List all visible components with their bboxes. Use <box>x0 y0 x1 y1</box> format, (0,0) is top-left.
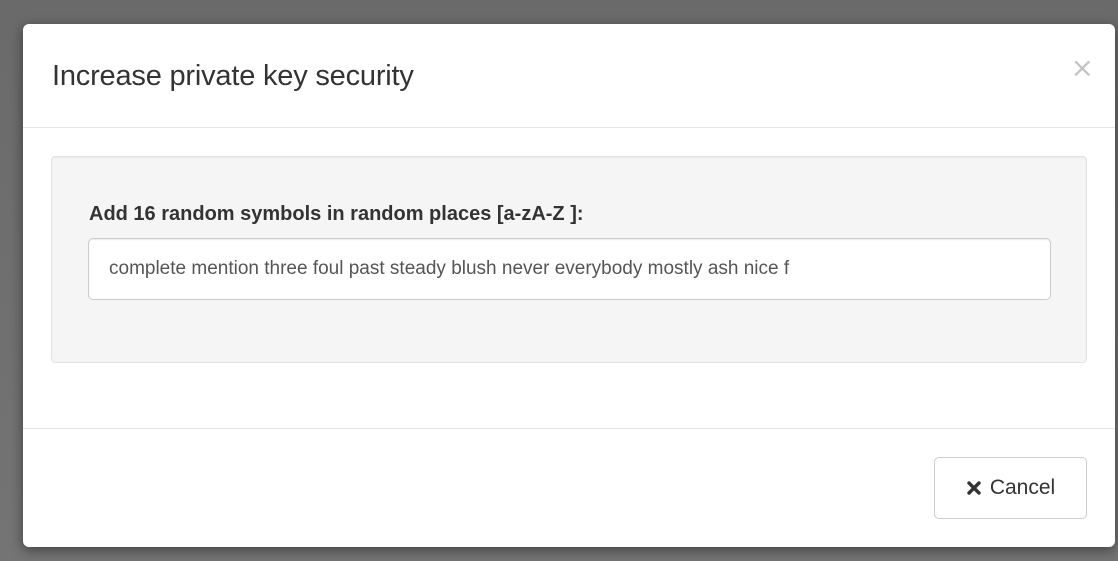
modal-body: Add 16 random symbols in random places [… <box>23 128 1115 429</box>
close-icon[interactable]: × <box>1071 53 1094 83</box>
key-security-panel: Add 16 random symbols in random places [… <box>51 156 1087 363</box>
passphrase-input[interactable] <box>88 238 1051 300</box>
random-symbols-label: Add 16 random symbols in random places [… <box>89 203 584 225</box>
cancel-button[interactable]: Cancel <box>934 457 1087 519</box>
modal-footer: Cancel <box>23 428 1115 547</box>
times-icon <box>966 480 982 496</box>
modal-header: Increase private key security × <box>23 24 1115 128</box>
modal-title: Increase private key security <box>52 60 414 92</box>
modal-dialog: Increase private key security × Add 16 r… <box>23 24 1115 547</box>
cancel-label: Cancel <box>989 476 1056 499</box>
